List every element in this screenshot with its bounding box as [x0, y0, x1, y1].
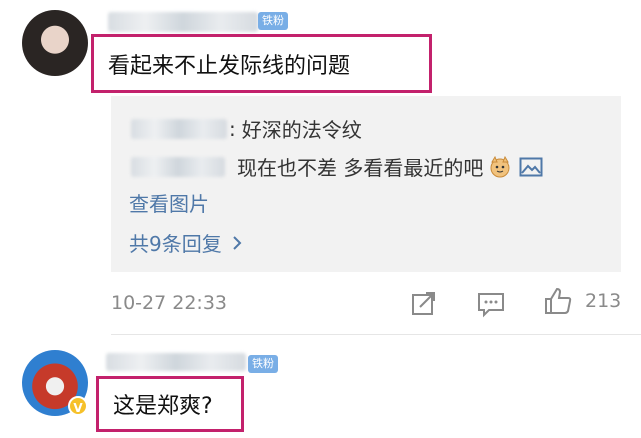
more-replies-label: 共9条回复 [129, 232, 222, 256]
share-icon[interactable] [410, 289, 438, 317]
comment-text-content: 看起来不止发际线的问题 [108, 53, 351, 79]
cat-emoji-icon [489, 155, 511, 178]
like-button[interactable]: 213 [543, 286, 621, 316]
verified-icon: V [68, 396, 88, 416]
like-icon [543, 286, 573, 316]
reply-item[interactable]: 现在也不差 多看看最近的吧 [131, 152, 543, 181]
fan-badge: 铁粉 [248, 355, 278, 373]
comment-timestamp: 10-27 22:33 [111, 292, 228, 314]
comment-text-content: 这是郑爽? [113, 394, 213, 419]
replies-panel: : 好深的法令纹 现在也不差 多看看最近的吧 查看图片 共9条回复 [111, 96, 621, 272]
avatar[interactable] [22, 10, 88, 76]
comment-text: 这是郑爽? [96, 376, 244, 432]
view-image-link[interactable]: 查看图片 [129, 188, 209, 217]
reply-text: 好深的法令纹 [241, 118, 362, 142]
username-blurred[interactable] [108, 12, 258, 32]
comment-icon[interactable] [476, 290, 506, 318]
comment-text: 看起来不止发际线的问题 [91, 34, 432, 93]
fan-badge: 铁粉 [258, 12, 288, 30]
chevron-right-icon [232, 235, 242, 251]
comment-divider [111, 334, 641, 335]
like-count: 213 [585, 290, 622, 312]
reply-text: 现在也不差 多看看最近的吧 [237, 156, 484, 180]
reply-author-blurred[interactable] [131, 156, 225, 177]
reply-author-blurred[interactable] [131, 118, 227, 139]
reply-item[interactable]: : 好深的法令纹 [131, 114, 362, 143]
username-blurred[interactable] [106, 353, 246, 371]
image-icon[interactable] [519, 156, 543, 178]
more-replies-link[interactable]: 共9条回复 [129, 228, 242, 257]
reply-author-suffix: : [229, 116, 236, 141]
